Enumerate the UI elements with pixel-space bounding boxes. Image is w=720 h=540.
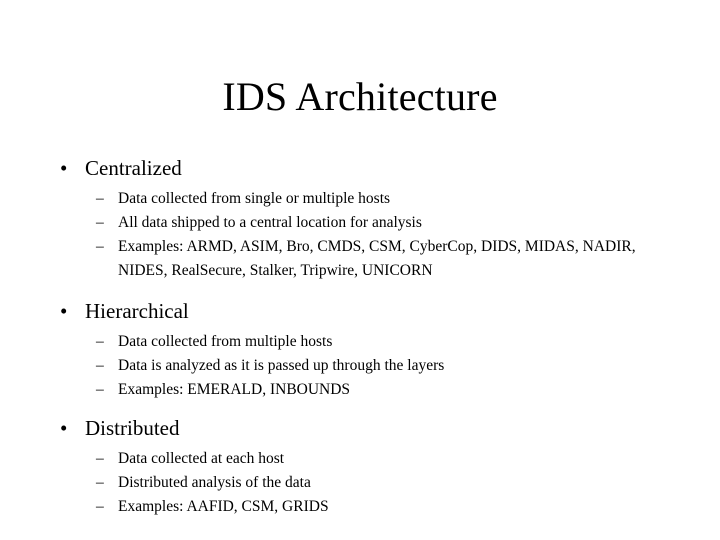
sublist-centralized: – Data collected from single or multiple… [0,187,720,283]
bullet-level1-label: Distributed [85,416,180,440]
page-title: IDS Architecture [222,74,498,119]
bullet-level2: – Data collected at each host [0,447,720,471]
bullet-point-icon: • [60,299,68,323]
bullet-level2-label: Examples: EMERALD, INBOUNDS [118,381,351,398]
dash-bullet-icon: – [96,357,104,374]
slide: IDS Architecture • Centralized – Data co… [0,0,720,540]
dash-bullet-icon: – [96,238,104,255]
dash-bullet-icon: – [96,333,104,350]
bullet-level2: – Examples: AAFID, CSM, GRIDS [0,495,720,519]
bullet-point-icon: • [60,416,68,440]
bullet-level2-label: Data collected from single or multiple h… [118,190,391,207]
bullet-level2: – Examples: EMERALD, INBOUNDS [0,378,720,402]
bullet-point-icon: • [60,156,68,180]
outline-section-hierarchical: • Hierarchical – Data collected from mul… [0,298,720,402]
dash-bullet-icon: – [96,214,104,231]
sublist-hierarchical: – Data collected from multiple hosts – D… [0,330,720,402]
bullet-level2: – Data is analyzed as it is passed up th… [0,354,720,378]
bullet-level1-hierarchical: • Hierarchical [0,298,720,325]
dash-bullet-icon: – [96,498,104,515]
bullet-level2-label: All data shipped to a central location f… [118,214,422,231]
outline-section-centralized: • Centralized – Data collected from sing… [0,155,720,283]
bullet-level2: – All data shipped to a central location… [0,211,720,235]
bullet-level2-label: Distributed analysis of the data [118,474,311,491]
bullet-level2: – Distributed analysis of the data [0,471,720,495]
bullet-level1-label: Centralized [85,156,182,180]
bullet-level2: – Examples: ARMD, ASIM, Bro, CMDS, CSM, … [0,235,720,283]
dash-bullet-icon: – [96,450,104,467]
bullet-level2: – Data collected from multiple hosts [0,330,720,354]
bullet-level2-label: Data is analyzed as it is passed up thro… [118,357,445,374]
sublist-distributed: – Data collected at each host – Distribu… [0,447,720,519]
dash-bullet-icon: – [96,474,104,491]
bullet-level2-label: Data collected at each host [118,450,285,467]
bullet-level1-label: Hierarchical [85,299,189,323]
bullet-level1-centralized: • Centralized [0,155,720,182]
bullet-level2-label: Examples: AAFID, CSM, GRIDS [118,498,329,515]
bullet-level2-label: Data collected from multiple hosts [118,333,333,350]
slide-body: • Centralized – Data collected from sing… [0,155,720,521]
bullet-level1-distributed: • Distributed [0,415,720,442]
dash-bullet-icon: – [96,190,104,207]
bullet-level2: – Data collected from single or multiple… [0,187,720,211]
dash-bullet-icon: – [96,381,104,398]
outline-section-distributed: • Distributed – Data collected at each h… [0,415,720,519]
bullet-level2-label: Examples: ARMD, ASIM, Bro, CMDS, CSM, Cy… [118,238,636,279]
